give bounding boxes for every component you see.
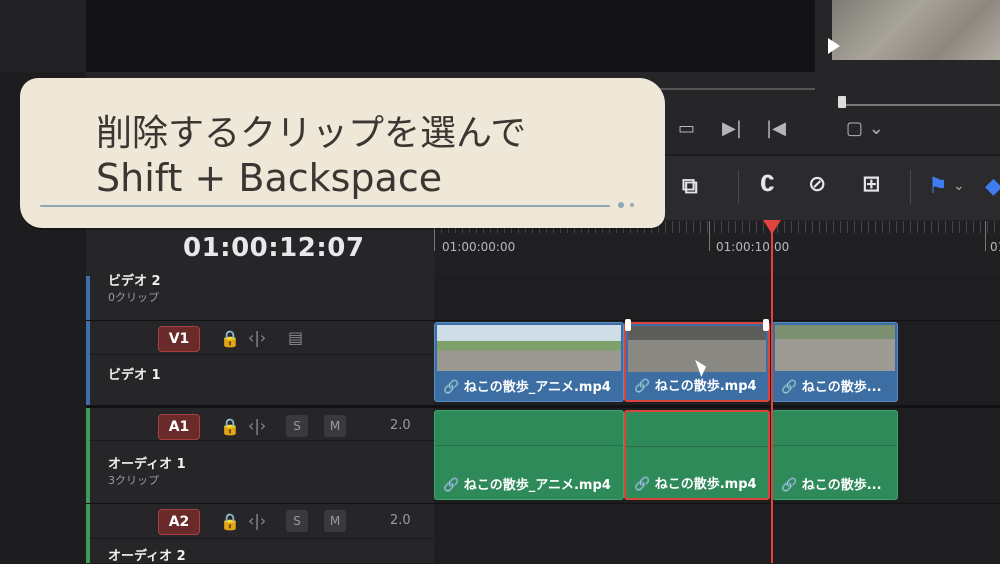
- auto-select-icon[interactable]: ‹|›: [248, 416, 266, 435]
- track-divider: [86, 440, 434, 441]
- clip-label: 🔗 ねこの散歩...: [781, 380, 882, 395]
- waveform-divider: [773, 445, 897, 446]
- next-frame-icon[interactable]: ▶|: [722, 118, 742, 139]
- viewer-source-panel: [0, 0, 815, 72]
- chevron-down-icon[interactable]: ⌄: [953, 178, 965, 194]
- trim-handle-left[interactable]: [625, 319, 631, 331]
- track-divider: [86, 354, 434, 355]
- playhead[interactable]: [771, 228, 773, 563]
- zoom-slider-knob[interactable]: [838, 96, 846, 108]
- snapping-icon[interactable]: ∁: [760, 172, 775, 197]
- loop-icon[interactable]: ▭: [678, 118, 695, 139]
- solo-button[interactable]: S: [286, 415, 308, 437]
- track-divider: [86, 503, 1000, 504]
- waveform-divider: [435, 445, 623, 446]
- video-clip[interactable]: 🔗 ねこの散歩_アニメ.mp4: [434, 322, 624, 402]
- toolbar-divider: [738, 170, 739, 204]
- callout-text-line2: Shift + Backspace: [96, 156, 443, 200]
- preview-frame: [832, 0, 1000, 60]
- ruler-major-tick: [709, 221, 710, 251]
- flag-icon[interactable]: ⚑: [928, 174, 948, 199]
- audio-clip[interactable]: 🔗 ねこの散歩_アニメ.mp4: [434, 410, 624, 500]
- link-icon: 🔗: [781, 380, 802, 395]
- view-options-icon[interactable]: ▢ ⌄: [846, 118, 884, 139]
- video-clip[interactable]: 🔗 ねこの散歩...: [772, 322, 898, 402]
- overwrite-clip-icon[interactable]: ⧉: [682, 174, 698, 199]
- track-name-a2: オーディオ 2: [108, 549, 186, 564]
- trim-handle-right[interactable]: [763, 319, 769, 331]
- track-clipcount-a1: 3クリップ: [108, 474, 159, 487]
- track-name-a1: オーディオ 1: [108, 457, 186, 472]
- clip-thumbnail: [437, 325, 621, 371]
- link-icon: 🔗: [634, 379, 655, 394]
- track-badge-v1[interactable]: V1: [158, 326, 200, 352]
- lock-icon[interactable]: 🔒: [220, 512, 240, 531]
- track-level: 2.0: [390, 418, 411, 433]
- link-icon: 🔗: [634, 477, 655, 492]
- audio-clip-selected[interactable]: 🔗 ねこの散歩.mp4: [624, 410, 770, 500]
- auto-select-icon[interactable]: ‹|›: [248, 328, 266, 347]
- track-level: 2.0: [390, 513, 411, 528]
- clip-label: 🔗 ねこの散歩.mp4: [634, 379, 757, 394]
- clip-thumbnail: [775, 325, 895, 371]
- callout-dot: [618, 202, 624, 208]
- track-clipcount-v2: 0クリップ: [108, 291, 159, 304]
- clip-label: 🔗 ねこの散歩_アニメ.mp4: [443, 380, 611, 395]
- playhead-handle[interactable]: [763, 220, 781, 234]
- toolbar-divider: [910, 170, 911, 204]
- linked-selection-icon[interactable]: ⊘: [808, 172, 826, 197]
- auto-select-icon[interactable]: ‹|›: [248, 511, 266, 530]
- marker-icon[interactable]: ◆: [985, 174, 1000, 199]
- timecode-display[interactable]: 01:00:12:07: [183, 233, 364, 263]
- track-badge-a2[interactable]: A2: [158, 509, 200, 535]
- ruler-label: 01:00:00:00: [442, 240, 516, 254]
- link-icon: 🔗: [781, 478, 802, 493]
- lock-icon[interactable]: 🔒: [220, 417, 240, 436]
- track-badge-a1[interactable]: A1: [158, 414, 200, 440]
- last-frame-icon[interactable]: |◀: [766, 118, 786, 139]
- clip-label: 🔗 ねこの散歩_アニメ.mp4: [443, 478, 611, 493]
- track-accent: [86, 408, 90, 503]
- ruler-label: 01:00:10:00: [716, 240, 790, 254]
- mute-button[interactable]: M: [324, 415, 346, 437]
- clip-label: 🔗 ねこの散歩...: [781, 478, 882, 493]
- track-divider: [86, 538, 434, 539]
- link-icon: 🔗: [443, 380, 464, 395]
- ruler-label: 01: [990, 240, 1000, 254]
- callout-dot: [630, 203, 634, 207]
- link-icon: 🔗: [443, 478, 464, 493]
- track-name-v2: ビデオ 2: [108, 274, 161, 289]
- play-marker-icon[interactable]: [828, 38, 840, 54]
- lock-icon[interactable]: 🔒: [220, 329, 240, 348]
- track-name-v1: ビデオ 1: [108, 368, 161, 383]
- callout-text-line1: 削除するクリップを選んで: [96, 113, 527, 154]
- position-lock-icon[interactable]: ⊞: [862, 172, 880, 197]
- clip-label: 🔗 ねこの散歩.mp4: [634, 477, 757, 492]
- callout-underline: [40, 205, 610, 207]
- track-accent: [86, 276, 90, 320]
- track-accent: [86, 321, 90, 405]
- track-accent: [86, 504, 90, 563]
- mute-button[interactable]: M: [324, 510, 346, 532]
- waveform-divider: [626, 446, 768, 447]
- ruler-major-tick: [985, 221, 986, 251]
- zoom-slider[interactable]: [840, 104, 1000, 106]
- track-divider: [86, 320, 1000, 321]
- film-icon[interactable]: ▤: [288, 328, 303, 347]
- audio-clip[interactable]: 🔗 ねこの散歩...: [772, 410, 898, 500]
- solo-button[interactable]: S: [286, 510, 308, 532]
- track-divider: [86, 405, 1000, 408]
